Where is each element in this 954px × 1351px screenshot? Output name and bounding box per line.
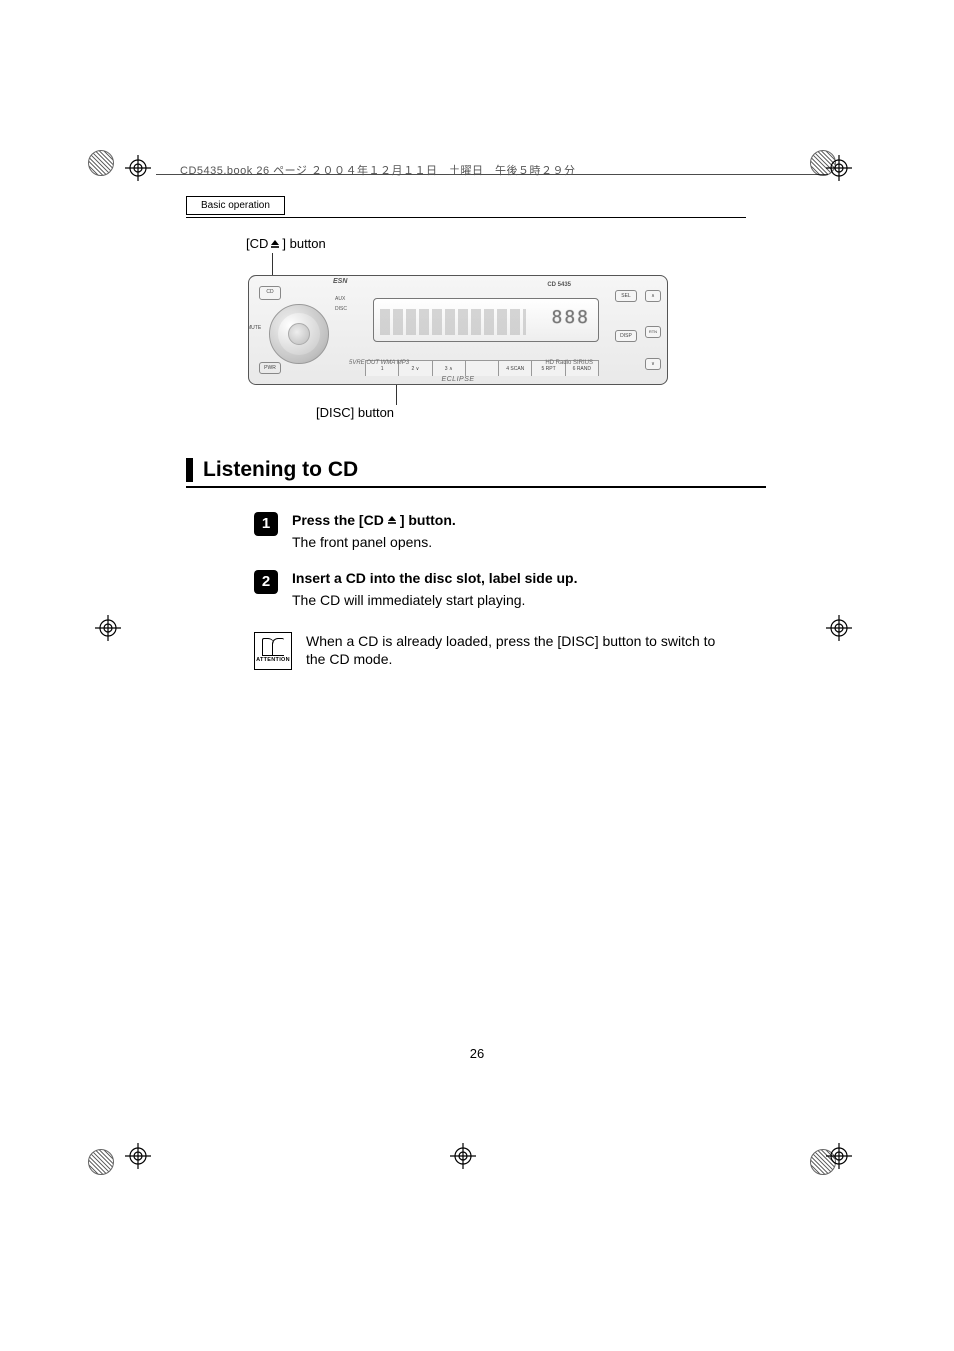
section-heading: Listening to CD: [186, 458, 766, 482]
step-title: Press the [CD ] button.: [292, 512, 766, 528]
section-title: Listening to CD: [203, 458, 358, 482]
eject-icon: [269, 238, 281, 250]
book-icon: [262, 638, 284, 656]
registration-mark: [125, 1143, 151, 1169]
device-eclipse-logo: ECLIPSE: [441, 376, 474, 383]
registration-mark: [826, 615, 852, 641]
eject-icon: [386, 514, 398, 526]
step: 2 Insert a CD into the disc slot, label …: [254, 570, 766, 620]
section-rule: [186, 486, 766, 488]
device-illustration: CD PWR MUTE AUX DISC ESN CD 5435 888 1 2…: [248, 275, 668, 385]
callout-cd-eject-button: [CD ] button: [246, 236, 766, 251]
attention-note: ATTENTION When a CD is already loaded, p…: [254, 632, 766, 670]
registration-mark: [826, 1143, 852, 1169]
device-lcd: 888: [373, 298, 599, 342]
device-tab: 3 ∧: [432, 360, 465, 376]
registration-mark: [450, 1143, 476, 1169]
step-description: The CD will immediately start playing.: [292, 592, 766, 608]
device-down-label: ∨: [645, 358, 661, 370]
heading-bar-icon: [186, 458, 193, 482]
device-volume-dial: [269, 304, 329, 364]
callout-text: ] button: [282, 236, 325, 251]
page-number: 26: [0, 1046, 954, 1061]
breadcrumb-underline: [186, 217, 746, 218]
callout-disc-button: [DISC] button: [316, 405, 766, 420]
device-mute-label: MUTE: [248, 325, 261, 331]
callout-pointer: [272, 253, 273, 275]
attention-label: ATTENTION: [256, 657, 290, 663]
device-lcd-digits: 888: [551, 307, 590, 335]
registration-mark: [95, 615, 121, 641]
device-tab: [465, 360, 498, 376]
device-tab: 4 SCAN: [498, 360, 531, 376]
device-hd-sirius-label: HD Radio SIRIUS: [545, 360, 593, 366]
step-description: The front panel opens.: [292, 534, 766, 550]
source-file-meta: CD5435.book 26 ページ ２００４年１２月１１日 土曜日 午後５時２…: [180, 162, 575, 178]
device-format-badges: 5VRE OUT WMA MP3: [349, 360, 409, 366]
step-title: Insert a CD into the disc slot, label si…: [292, 570, 766, 586]
device-lcd-segments: [380, 309, 526, 335]
print-mark-ball: [88, 150, 114, 176]
device-disp-label: DISP: [615, 330, 637, 342]
device-sel-label: SEL: [615, 290, 637, 302]
callout-text: [CD: [246, 236, 268, 251]
step-title-text: ] button.: [400, 512, 456, 528]
print-mark-ball: [88, 1149, 114, 1175]
breadcrumb: Basic operation: [186, 196, 285, 215]
device-cd-button-label: CD: [259, 286, 281, 300]
callout-pointer: [396, 385, 397, 405]
step-title-text: Press the [CD: [292, 512, 384, 528]
registration-mark: [826, 155, 852, 181]
attention-icon: ATTENTION: [254, 632, 292, 670]
device-up-label: ∧: [645, 290, 661, 302]
step-number-badge: 1: [254, 512, 278, 536]
step: 1 Press the [CD ] button. The front pane…: [254, 512, 766, 562]
registration-mark: [125, 155, 151, 181]
step-number-badge: 2: [254, 570, 278, 594]
attention-text: When a CD is already loaded, press the […: [306, 632, 736, 670]
device-rtn-label: RTN: [645, 326, 661, 338]
device-pwr-button-label: PWR: [259, 362, 281, 374]
